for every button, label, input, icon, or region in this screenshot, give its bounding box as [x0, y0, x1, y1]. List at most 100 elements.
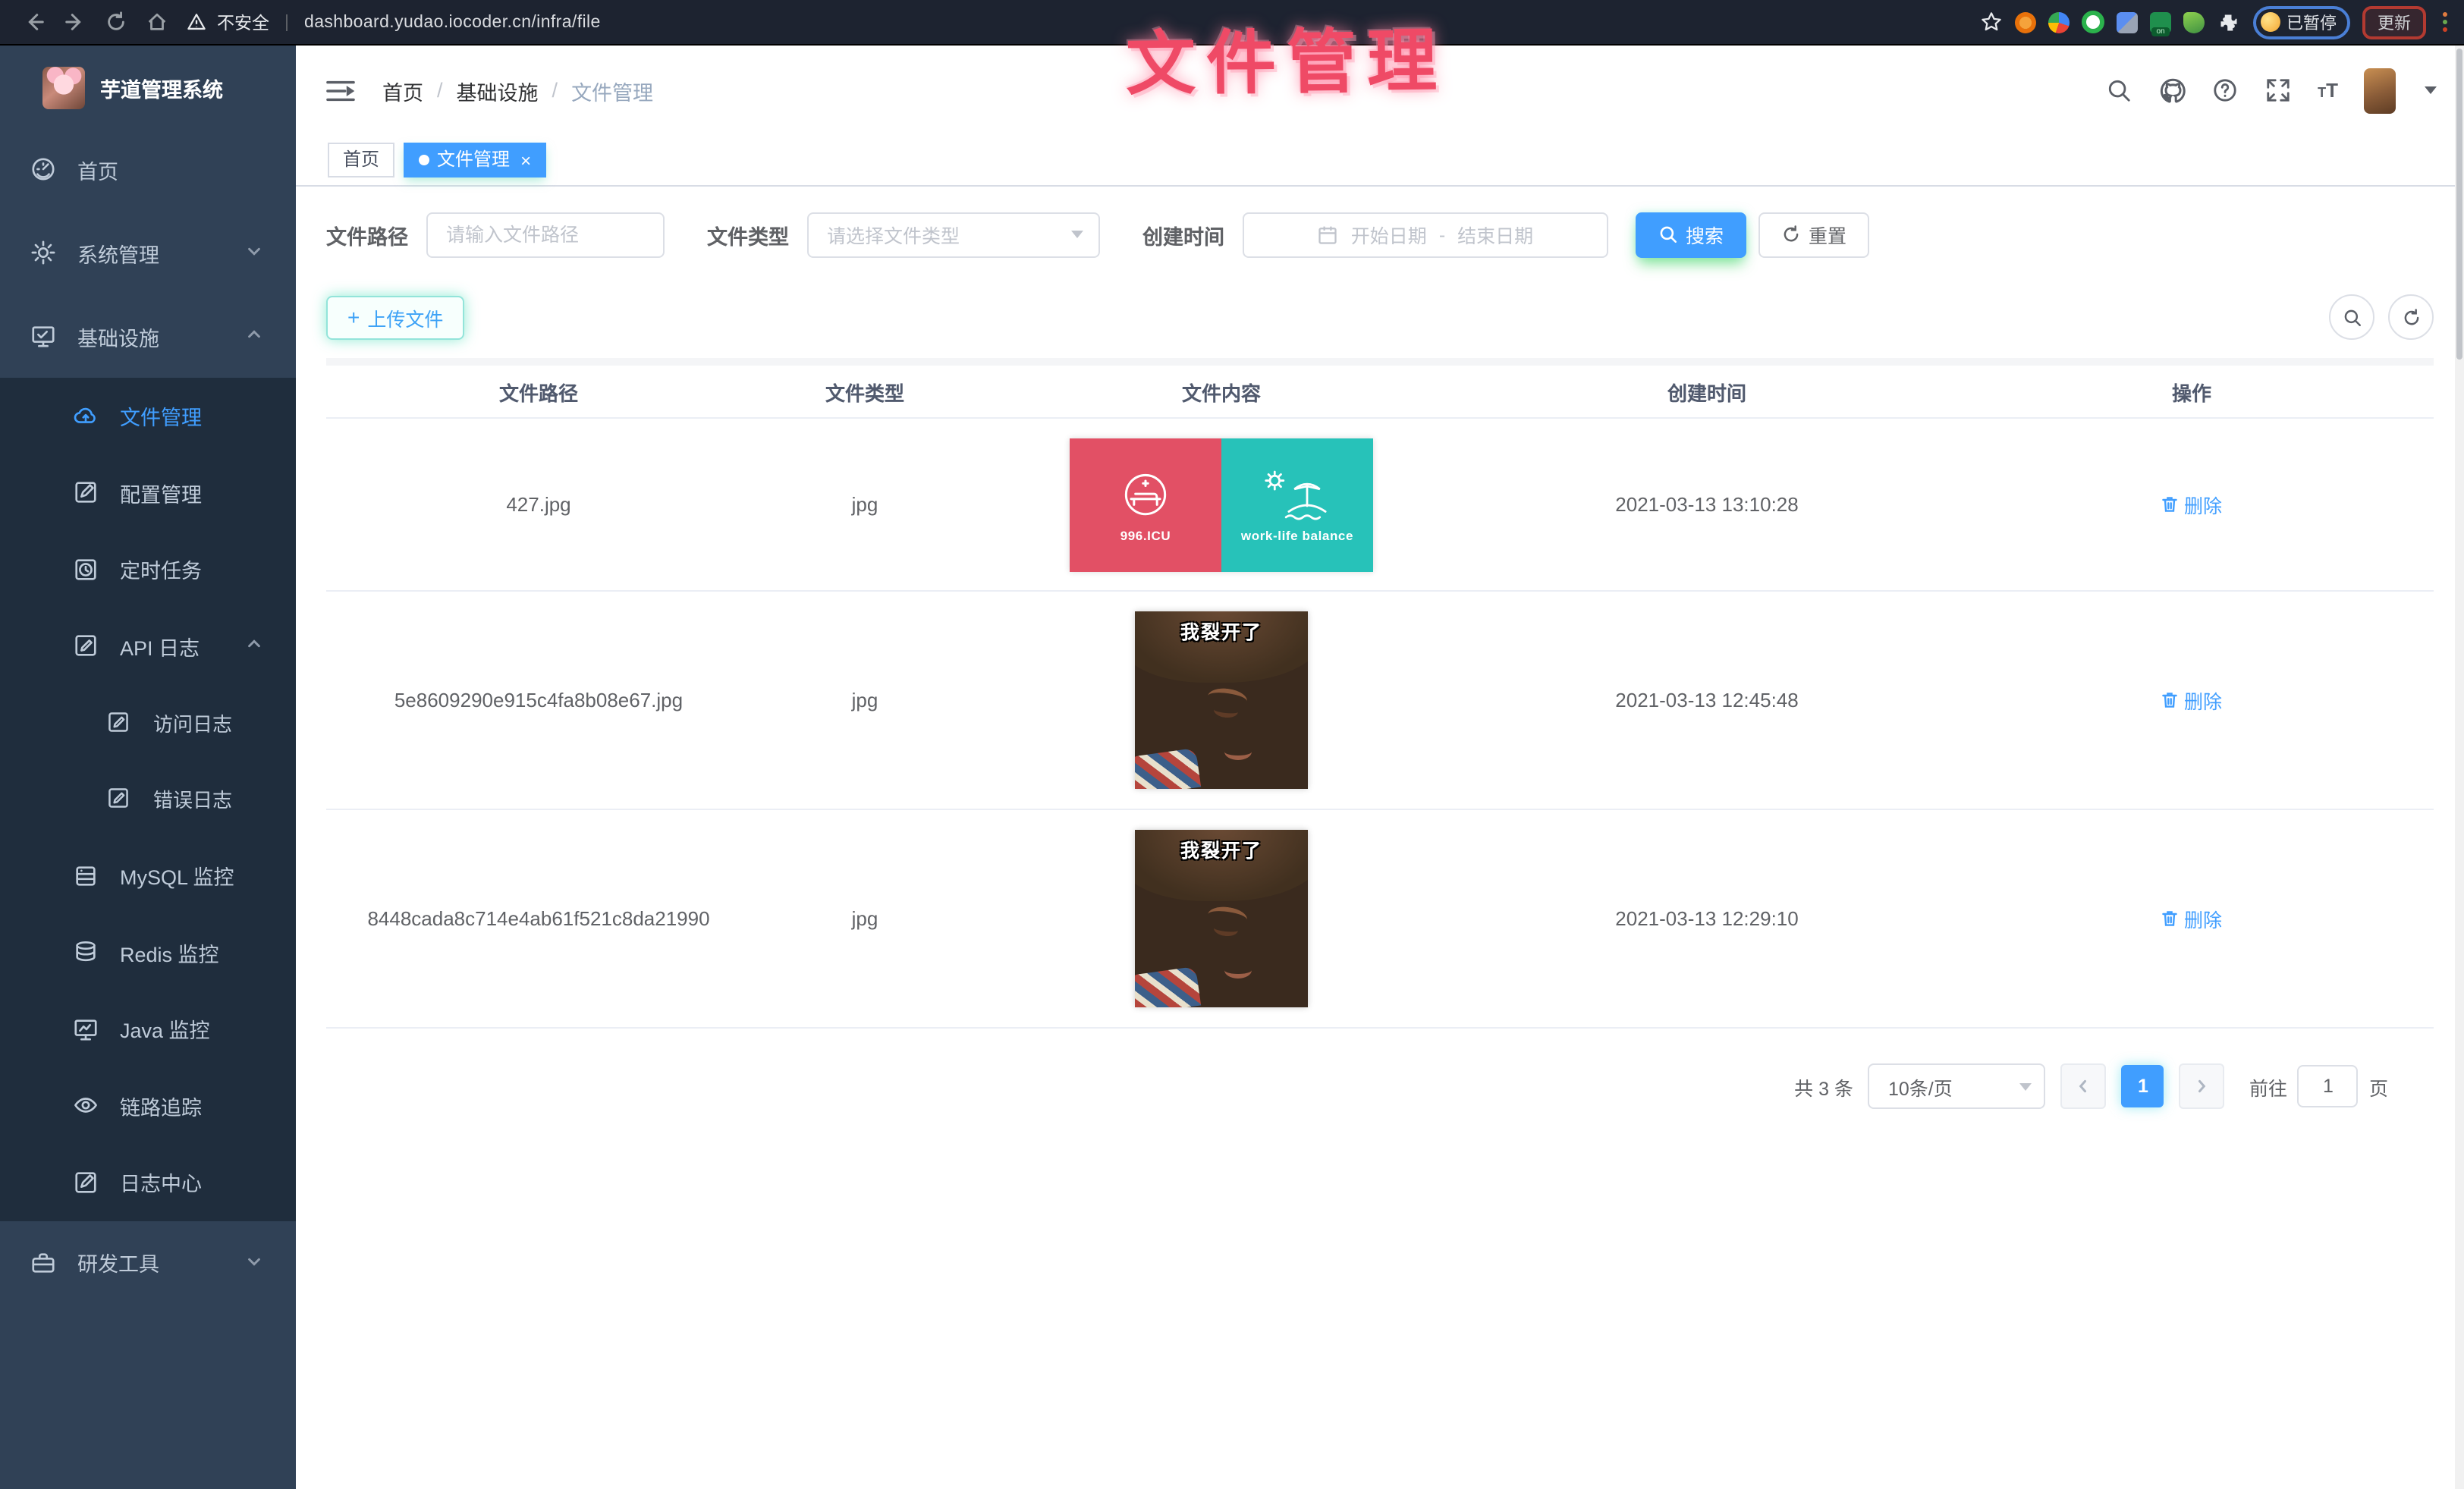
extension-icon-pin[interactable] [2048, 11, 2070, 33]
sidebar-item-tracing[interactable]: 链路追踪 [0, 1067, 296, 1144]
tab-home[interactable]: 首页 [328, 143, 394, 177]
browser-menu-icon[interactable] [2438, 12, 2452, 32]
column-header-type: 文件类型 [751, 377, 979, 406]
search-icon[interactable] [2105, 77, 2132, 104]
delete-button[interactable]: 删除 [2161, 686, 2222, 715]
delete-button[interactable]: 删除 [2161, 490, 2222, 519]
table-row: 8448cada8c714e4ab61f521c8da21990 jpg 我裂开… [326, 810, 2434, 1029]
sidebar-item-dev-tools[interactable]: 研发工具 [0, 1220, 296, 1304]
profile-paused-pill[interactable]: 已暂停 [2253, 5, 2350, 39]
layers-icon [73, 940, 99, 966]
fullscreen-icon[interactable] [2264, 77, 2292, 104]
forward-icon[interactable] [62, 10, 86, 34]
prev-page-button[interactable] [2061, 1063, 2107, 1109]
chevron-down-icon [246, 241, 262, 264]
file-path-label: 文件路径 [326, 219, 408, 250]
sidebar-item-access-log[interactable]: 访问日志 [0, 684, 296, 761]
user-menu-caret-icon[interactable] [2425, 86, 2437, 94]
user-avatar[interactable] [2364, 68, 2396, 113]
app-scrollbar[interactable] [2455, 46, 2464, 1489]
page-size-value: 10条/页 [1888, 1072, 1953, 1101]
extensions-puzzle-icon[interactable] [2217, 10, 2241, 34]
page-size-select[interactable]: 10条/页 [1868, 1063, 2046, 1109]
baby-clothing [1135, 748, 1201, 789]
file-thumbnail-baby-meme[interactable]: 我裂开了 [1135, 611, 1308, 789]
column-header-path: 文件路径 [326, 377, 751, 406]
sidebar-item-error-log[interactable]: 错误日志 [0, 761, 296, 837]
browser-update-button[interactable]: 更新 [2362, 5, 2426, 39]
search-button[interactable]: 搜索 [1636, 212, 1746, 257]
chevron-up-icon [246, 635, 262, 658]
breadcrumb-home[interactable]: 首页 [382, 75, 423, 105]
sidebar-item-log-center[interactable]: 日志中心 [0, 1144, 296, 1220]
date-start-placeholder: 开始日期 [1351, 220, 1427, 249]
extension-icon-leaf[interactable] [2183, 11, 2205, 33]
help-icon[interactable] [2211, 77, 2239, 104]
back-icon[interactable] [21, 10, 46, 34]
font-size-icon[interactable]: TT [2318, 79, 2338, 102]
thumbnail-996-left: 996.ICU [1070, 438, 1221, 571]
cell-created-time: 2021-03-13 12:45:48 [1464, 689, 1950, 712]
browser-right-cluster: on 已暂停 更新 [1978, 0, 2452, 44]
file-type-select[interactable]: 请选择文件类型 [807, 212, 1100, 257]
tab-file-management[interactable]: 文件管理× [404, 143, 546, 177]
sidebar-item-scheduled-jobs[interactable]: 定时任务 [0, 531, 296, 608]
sidebar-item-api-log[interactable]: API 日志 [0, 608, 296, 684]
extension-icon-green-ring[interactable] [2082, 11, 2104, 33]
hamburger-icon[interactable] [326, 78, 355, 102]
warning-icon [184, 10, 208, 34]
select-placeholder: 请选择文件类型 [827, 220, 960, 249]
goto-page-input[interactable] [2298, 1065, 2359, 1107]
topbar-icons: TT [2105, 68, 2437, 113]
chevron-up-icon [246, 325, 262, 347]
dashboard-icon [30, 156, 56, 182]
upload-file-button[interactable]: + 上传文件 [326, 295, 464, 339]
sidebar-item-home[interactable]: 首页 [0, 127, 296, 211]
cell-actions: 删除 [1950, 686, 2434, 715]
tab-close-icon[interactable]: × [520, 151, 531, 169]
refresh-button[interactable] [2388, 294, 2434, 340]
thumbnail-996-right: work-life balance [1221, 438, 1373, 571]
sidebar-item-file-management[interactable]: 文件管理 [0, 378, 296, 454]
page-number-current[interactable]: 1 [2122, 1065, 2164, 1107]
bookmark-star-icon[interactable] [1978, 10, 2003, 34]
log-edit-icon [106, 787, 132, 812]
extension-icon-grid[interactable] [2117, 11, 2138, 33]
github-icon[interactable] [2158, 77, 2186, 104]
reset-button[interactable]: 重置 [1758, 212, 1869, 257]
sidebar-item-label: 首页 [77, 154, 118, 184]
sidebar-item-label: 系统管理 [77, 237, 159, 268]
sidebar-logo[interactable]: 芋道管理系统 [0, 46, 296, 127]
sidebar-item-java-monitor[interactable]: Java 监控 [0, 991, 296, 1067]
sidebar-item-label: MySQL 监控 [120, 861, 234, 891]
next-page-button[interactable] [2180, 1063, 2225, 1109]
sidebar-item-label: Redis 监控 [120, 938, 219, 968]
profile-avatar [2261, 12, 2280, 32]
sidebar-item-mysql-monitor[interactable]: MySQL 监控 [0, 837, 296, 914]
home-icon[interactable] [144, 10, 168, 34]
sidebar-item-config[interactable]: 配置管理 [0, 454, 296, 531]
file-thumbnail-baby-meme[interactable]: 我裂开了 [1135, 830, 1308, 1007]
reload-icon[interactable] [103, 10, 127, 34]
breadcrumb-section[interactable]: 基础设施 [457, 75, 539, 105]
column-header-created: 创建时间 [1464, 377, 1950, 406]
sidebar-item-redis-monitor[interactable]: Redis 监控 [0, 914, 296, 991]
address-bar[interactable]: 不安全 | dashboard.yudao.iocoder.cn/infra/f… [184, 10, 601, 34]
active-tab-dot [419, 155, 429, 165]
chevron-down-icon [246, 1251, 262, 1274]
delete-button-label: 删除 [2184, 904, 2222, 933]
file-thumbnail-996[interactable]: 996.ICU work-life balance [1070, 438, 1373, 571]
sidebar-item-label: 配置管理 [120, 478, 202, 508]
toggle-search-button[interactable] [2329, 294, 2374, 340]
extension-icon-orange[interactable] [2015, 11, 2036, 33]
scrollbar-thumb[interactable] [2456, 49, 2462, 360]
cell-created-time: 2021-03-13 12:29:10 [1464, 907, 1950, 930]
delete-button[interactable]: 删除 [2161, 904, 2222, 933]
beach-umbrella-icon [1258, 466, 1337, 524]
sidebar-item-label: Java 监控 [120, 1014, 210, 1044]
sidebar-item-system[interactable]: 系统管理 [0, 211, 296, 294]
date-range-picker[interactable]: 开始日期 - 结束日期 [1243, 212, 1608, 257]
sidebar-item-infra[interactable]: 基础设施 [0, 294, 296, 378]
extension-icon-switch-on[interactable]: on [2150, 11, 2171, 33]
file-path-input[interactable] [426, 212, 665, 257]
